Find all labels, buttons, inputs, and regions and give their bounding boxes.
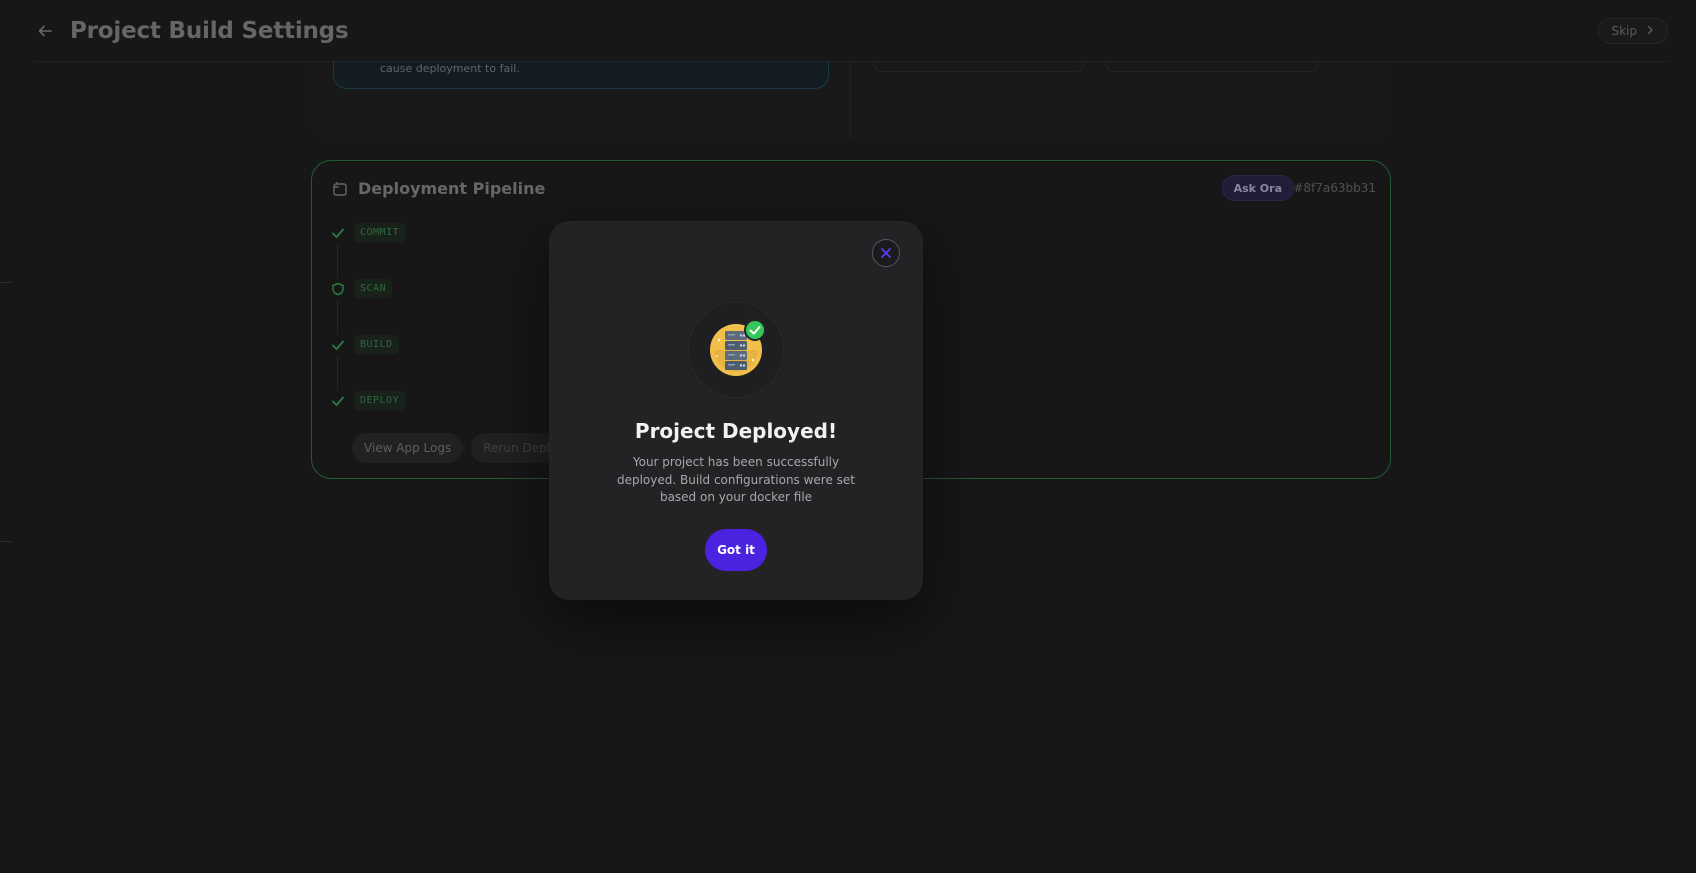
close-button[interactable] <box>872 239 900 267</box>
edge-marker <box>0 541 12 542</box>
close-icon <box>880 244 892 263</box>
modal-title: Project Deployed! <box>634 419 838 443</box>
deploy-success-modal: Project Deployed! Your project has been … <box>549 221 923 600</box>
server-check-icon <box>684 298 788 402</box>
modal-message: Your project has been successfully deplo… <box>616 455 856 504</box>
got-it-button[interactable]: Got it <box>705 529 767 571</box>
edge-marker <box>0 282 12 283</box>
